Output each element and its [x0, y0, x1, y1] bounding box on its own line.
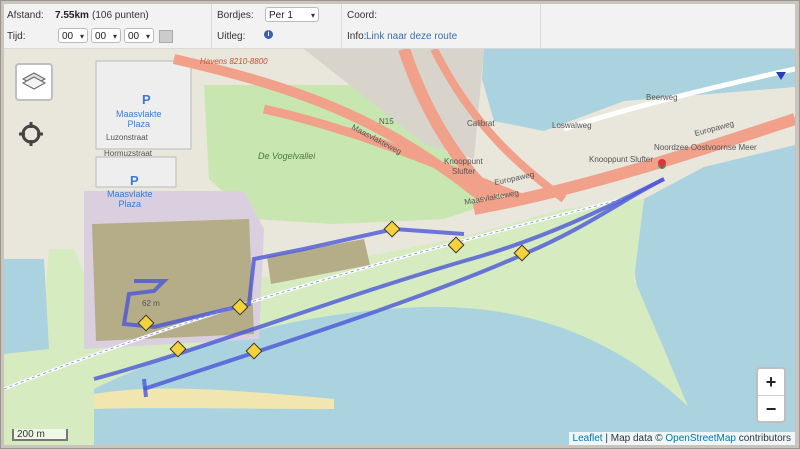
- time-seconds-select[interactable]: 00 ▾: [124, 28, 154, 43]
- zoom-control: + −: [756, 367, 786, 423]
- chevron-down-icon: ▾: [145, 32, 150, 41]
- layers-icon: [21, 72, 47, 90]
- distance-value: 7.55km: [55, 10, 89, 21]
- toolbar-divider: [211, 4, 212, 48]
- label-luzonstraat: Luzonstraat: [106, 133, 148, 142]
- chevron-down-icon: ▾: [112, 32, 117, 41]
- distance-label: Afstand:: [7, 10, 44, 21]
- leaflet-link[interactable]: Leaflet: [573, 433, 603, 444]
- distance-points: (106 punten): [92, 10, 149, 21]
- calculator-icon[interactable]: [159, 30, 173, 43]
- label-loswalweg: Loswalweg: [552, 121, 592, 130]
- route-toolbar: Afstand: 7.55km (106 punten) Tijd: 00 ▾ 0…: [4, 4, 795, 49]
- signs-select[interactable]: Per 1 ▾: [265, 7, 319, 22]
- label-knooppunt: Knooppunt Slufter: [589, 155, 654, 164]
- explain-label: Uitleg:: [217, 31, 246, 42]
- triangle-down-icon: [776, 72, 786, 80]
- map-attribution: Leaflet | Map data © OpenStreetMap contr…: [568, 432, 795, 445]
- app-frame: Afstand: 7.55km (106 punten) Tijd: 00 ▾ 0…: [0, 0, 800, 449]
- label-hormuzstraat: Hormuzstraat: [104, 149, 153, 158]
- label-havens: Havens 8210-8800: [200, 57, 268, 66]
- signs-label: Bordjes:: [217, 10, 254, 21]
- time-minutes-select[interactable]: 00 ▾: [91, 28, 121, 43]
- route-link[interactable]: Link naar deze route: [366, 31, 457, 42]
- label-beerweg: Beerweg: [646, 93, 678, 102]
- parking-icon: P: [130, 173, 139, 188]
- time-hours-select[interactable]: 00 ▾: [58, 28, 88, 43]
- info-label: Info:: [347, 31, 367, 42]
- scale-bar: 200 m: [12, 429, 68, 441]
- layers-button[interactable]: [15, 63, 53, 101]
- zoom-in-button[interactable]: +: [758, 369, 784, 396]
- parking-icon: P: [142, 92, 151, 107]
- label-knooppunt: Knooppunt: [444, 157, 483, 166]
- collapse-icon[interactable]: [775, 69, 787, 81]
- chevron-down-icon: ▾: [310, 11, 315, 20]
- zoom-out-button[interactable]: −: [758, 396, 784, 422]
- crosshair-icon: [19, 122, 43, 146]
- label-knooppunt: Slufter: [452, 167, 476, 176]
- label-height: 62 m: [142, 299, 160, 308]
- label-n15: N15: [379, 117, 394, 126]
- route-map[interactable]: Havens 8210-8800 N15 Maasvlakteweg Maasv…: [4, 49, 795, 445]
- coord-label: Coord:: [347, 10, 378, 21]
- toolbar-divider: [540, 4, 541, 48]
- locate-button[interactable]: [18, 121, 44, 147]
- label-noordzee: Noordzee Oostvoornse Meer: [654, 143, 757, 152]
- chevron-down-icon: ▾: [79, 32, 84, 41]
- label-vogelvallei: De Vogelvallei: [258, 151, 316, 161]
- time-label: Tijd:: [7, 31, 26, 42]
- info-icon[interactable]: i: [264, 30, 273, 39]
- label-calibrat: Calibrat: [467, 119, 495, 128]
- osm-link[interactable]: OpenStreetMap: [665, 433, 736, 444]
- toolbar-divider: [341, 4, 342, 48]
- label-maasvlakte-plaza: Maasvlakte Plaza: [116, 109, 162, 129]
- label-maasvlakte-plaza: Maasvlakte Plaza: [107, 189, 153, 209]
